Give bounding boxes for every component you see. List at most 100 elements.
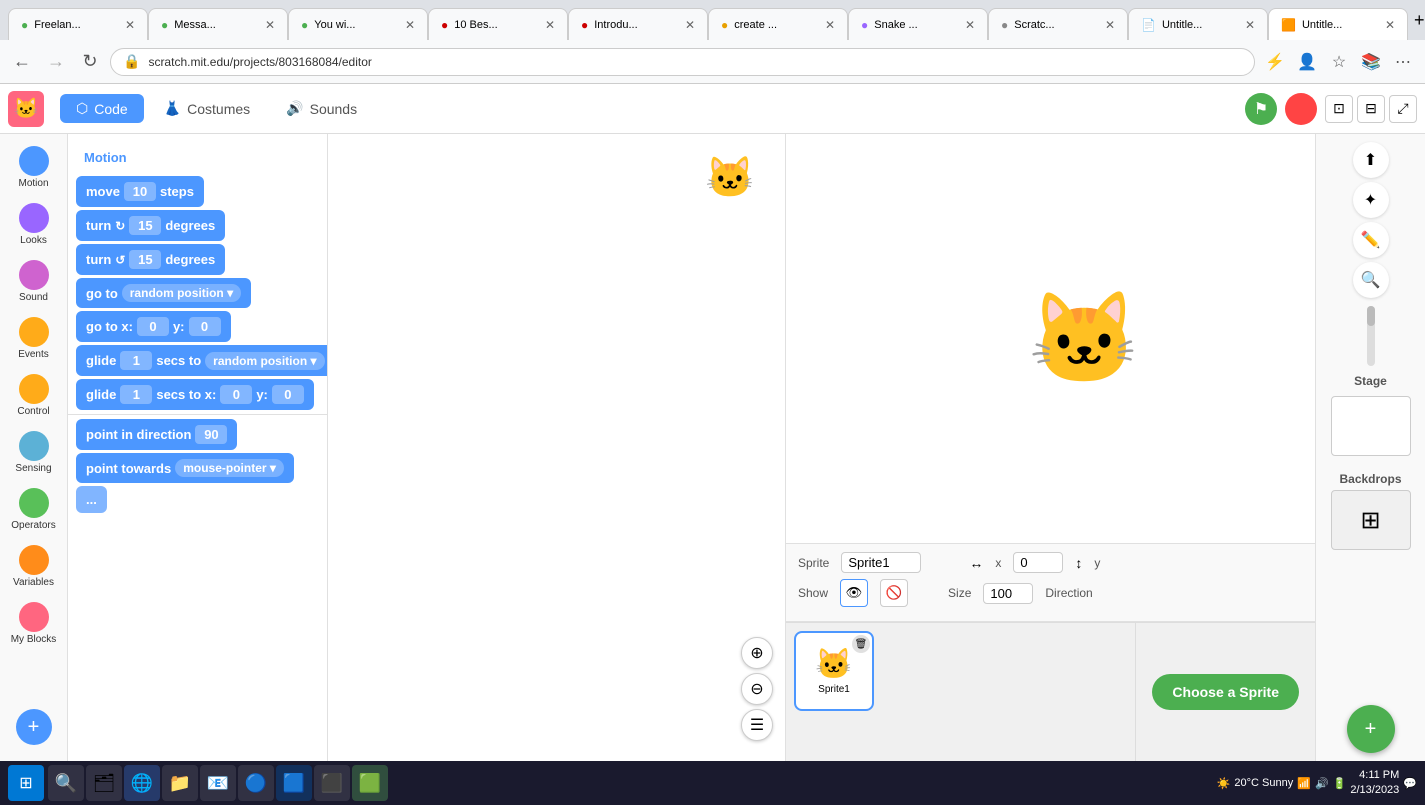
block-goto-xy[interactable]: go to x: y:: [76, 311, 319, 342]
tab-you[interactable]: ● You wi... ✕: [288, 8, 428, 40]
tab-freelancer[interactable]: ● Freelan... ✕: [8, 8, 148, 40]
category-control[interactable]: Control: [4, 370, 64, 421]
taskbar-time[interactable]: 4:11 PM 2/13/2023: [1350, 768, 1399, 799]
scripting-area[interactable]: 🐱 ⊕ ⊖ ☰: [328, 134, 785, 761]
taskbar-terminal[interactable]: ⬛: [314, 765, 350, 801]
category-motion[interactable]: Motion: [4, 142, 64, 193]
block-glide-xy[interactable]: glide secs to x: y:: [76, 379, 319, 410]
side-search-button[interactable]: 🔍: [1353, 262, 1389, 298]
side-upload-button[interactable]: ⬆: [1353, 142, 1389, 178]
glide-menu-dropdown[interactable]: random position ▾: [205, 352, 324, 370]
block-glide-menu[interactable]: glide secs to random position ▾: [76, 345, 319, 376]
sprite-thumb-sprite1[interactable]: 🗑 🐱 Sprite1: [794, 631, 874, 711]
star-icon[interactable]: ☆: [1325, 48, 1353, 76]
tab-close-intro[interactable]: ✕: [685, 18, 695, 32]
stage-thumbnail[interactable]: [1331, 396, 1411, 456]
tab-untitled1[interactable]: 📄 Untitle... ✕: [1128, 8, 1268, 40]
taskbar-taskview[interactable]: 🗂: [86, 765, 122, 801]
profile-icon[interactable]: 👤: [1293, 48, 1321, 76]
new-tab-button[interactable]: +: [1408, 10, 1425, 31]
point-towards-dropdown[interactable]: mouse-pointer ▾: [175, 459, 284, 477]
tab-close-freelancer[interactable]: ✕: [125, 18, 135, 32]
collections-icon[interactable]: 📚: [1357, 48, 1385, 76]
glide-xy-y-input[interactable]: [272, 385, 304, 404]
taskbar-edge[interactable]: 🔵: [238, 765, 274, 801]
goto-x-input[interactable]: [137, 317, 169, 336]
category-sensing[interactable]: Sensing: [4, 427, 64, 478]
tab-messages[interactable]: ● Messa... ✕: [148, 8, 288, 40]
category-sound[interactable]: Sound: [4, 256, 64, 307]
tab-code[interactable]: ⬡ Code: [60, 94, 144, 123]
turn-cw-degrees-input[interactable]: [129, 216, 161, 235]
block-point-towards[interactable]: point towards mouse-pointer ▾: [76, 453, 319, 483]
taskbar-chrome[interactable]: 🌐: [124, 765, 160, 801]
sprite-delete-button[interactable]: 🗑: [852, 635, 870, 653]
turn-ccw-degrees-input[interactable]: [129, 250, 161, 269]
goto-y-input[interactable]: [189, 317, 221, 336]
tab-costumes[interactable]: 👗 Costumes: [148, 94, 266, 123]
x-coord-input[interactable]: [1013, 552, 1063, 573]
taskbar-vscode[interactable]: 🟦: [276, 765, 312, 801]
tab-close-snake[interactable]: ✕: [965, 18, 975, 32]
floating-add-sprite-button[interactable]: +: [1347, 705, 1395, 753]
side-add-button[interactable]: ✦: [1353, 182, 1389, 218]
tab-close-create[interactable]: ✕: [825, 18, 835, 32]
category-variables[interactable]: Variables: [4, 541, 64, 592]
extensions-button[interactable]: +: [16, 709, 52, 745]
tab-create[interactable]: ● create ... ✕: [708, 8, 848, 40]
taskbar-explorer[interactable]: 📁: [162, 765, 198, 801]
address-bar[interactable]: 🔒 scratch.mit.edu/projects/803168084/edi…: [110, 48, 1255, 76]
goto-dropdown[interactable]: random position ▾: [122, 284, 241, 302]
backdrop-thumbnail[interactable]: ⊞: [1331, 490, 1411, 550]
choose-sprite-button[interactable]: Choose a Sprite: [1152, 674, 1299, 710]
zoom-fit-button[interactable]: ☰: [741, 709, 773, 741]
fullscreen-button[interactable]: ⤢: [1389, 95, 1417, 123]
glide-xy-secs-input[interactable]: [120, 385, 152, 404]
category-myblocks[interactable]: My Blocks: [4, 598, 64, 649]
tab-snake[interactable]: ● Snake ... ✕: [848, 8, 988, 40]
back-button[interactable]: ←: [8, 48, 36, 76]
normal-stage-button[interactable]: ⊟: [1357, 95, 1385, 123]
forward-button[interactable]: →: [42, 48, 70, 76]
block-move[interactable]: move steps: [76, 176, 319, 207]
green-flag-button[interactable]: ⚑: [1245, 93, 1277, 125]
block-turn-cw[interactable]: turn ↻ degrees: [76, 210, 319, 241]
tab-close-scratch[interactable]: ✕: [1105, 18, 1115, 32]
point-dir-input[interactable]: [195, 425, 227, 444]
category-events[interactable]: Events: [4, 313, 64, 364]
tab-untitled2[interactable]: 🟧 Untitle... ✕: [1268, 8, 1408, 40]
start-button[interactable]: ⊞: [8, 765, 44, 801]
zoom-out-button[interactable]: ⊖: [741, 673, 773, 705]
extensions-icon[interactable]: ⚡: [1261, 48, 1289, 76]
block-turn-ccw[interactable]: turn ↺ degrees: [76, 244, 319, 275]
tab-scratch[interactable]: ● Scratc... ✕: [988, 8, 1128, 40]
reload-button[interactable]: ↻: [76, 48, 104, 76]
sprite-name-input[interactable]: [841, 552, 921, 573]
tab-close-untitled1[interactable]: ✕: [1245, 18, 1255, 32]
show-hidden-button[interactable]: 🚫: [880, 579, 908, 607]
size-input[interactable]: [983, 583, 1033, 604]
tab-close-you[interactable]: ✕: [405, 18, 415, 32]
tab-sounds[interactable]: 🔊 Sounds: [270, 94, 373, 123]
tab-intro[interactable]: ● Introdu... ✕: [568, 8, 708, 40]
category-operators[interactable]: Operators: [4, 484, 64, 535]
taskbar-canva[interactable]: 🟩: [352, 765, 388, 801]
block-point-direction[interactable]: point in direction: [76, 419, 319, 450]
tab-close-untitled2[interactable]: ✕: [1385, 18, 1395, 32]
show-visible-button[interactable]: 👁: [840, 579, 868, 607]
stage-scrollbar[interactable]: [1367, 306, 1375, 366]
move-steps-input[interactable]: [124, 182, 156, 201]
tab-close-messages[interactable]: ✕: [265, 18, 275, 32]
block-goto-menu[interactable]: go to random position ▾: [76, 278, 319, 308]
glide-menu-secs-input[interactable]: [120, 351, 152, 370]
small-stage-button[interactable]: ⊡: [1325, 95, 1353, 123]
category-looks[interactable]: Looks: [4, 199, 64, 250]
notifications-icon[interactable]: 💬: [1403, 777, 1417, 790]
tab-close-10best[interactable]: ✕: [545, 18, 555, 32]
red-stop-button[interactable]: [1285, 93, 1317, 125]
taskbar-mail[interactable]: 📧: [200, 765, 236, 801]
side-edit-button[interactable]: ✏️: [1353, 222, 1389, 258]
tab-10best[interactable]: ● 10 Bes... ✕: [428, 8, 568, 40]
glide-xy-x-input[interactable]: [220, 385, 252, 404]
more-icon[interactable]: ⋯: [1389, 48, 1417, 76]
